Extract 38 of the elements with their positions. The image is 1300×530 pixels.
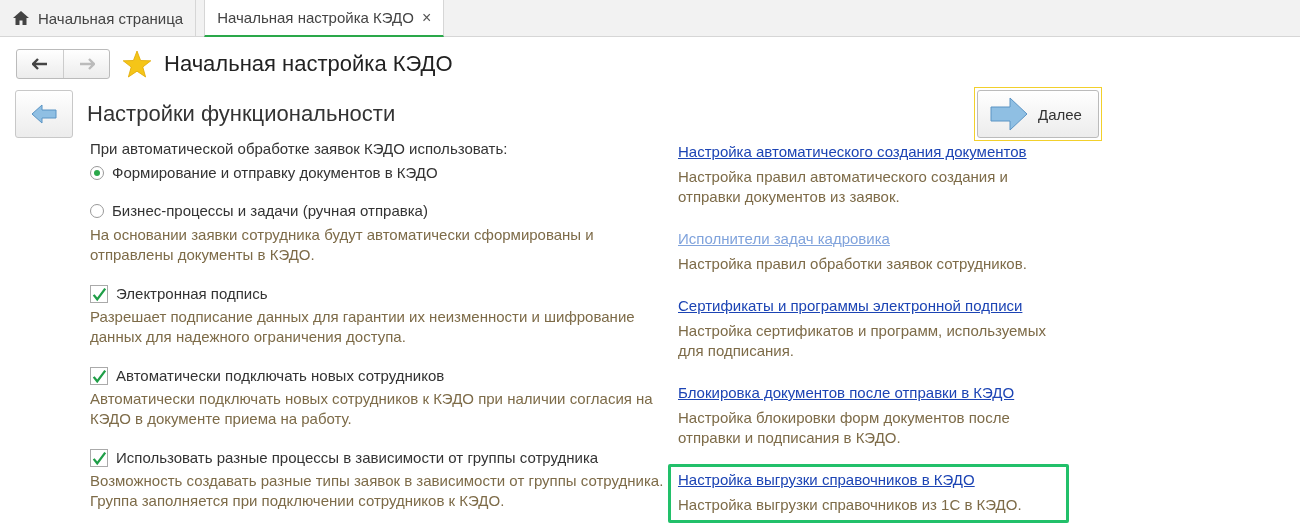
settings-link[interactable]: Настройка автоматического создания документов — [678, 142, 1027, 162]
option-description: На основании заявки сотрудника будут автоматически сформированы и отправлены документы в КЭДО. — [90, 225, 595, 265]
option-description: Автоматически подключать новых сотрудников к КЭДО при наличии согласия на КЭДО в документе приема на работу. — [90, 389, 654, 429]
checkbox[interactable] — [90, 367, 108, 385]
radio-label: Бизнес-процессы и задачи (ручная отправка) — [112, 201, 428, 221]
radio-option[interactable]: Бизнес-процессы и задачи (ручная отправка) — [90, 200, 675, 222]
step-title: Настройки функциональности — [87, 101, 397, 127]
option-description: Возможность создавать разные типы заявок в зависимости от группы сотрудника. Группа заполняется при подключении сотрудников к КЭДО. — [90, 471, 665, 511]
next-button[interactable]: Далее — [977, 90, 1099, 138]
settings-link[interactable]: Сертификаты и программы электронной подписи — [678, 296, 1023, 316]
link-description: Настройка блокировки форм документов после отправки и подписания в КЭДО. — [678, 408, 1011, 448]
home-icon — [12, 10, 30, 26]
radio-button[interactable] — [90, 204, 104, 218]
tab[interactable]: Начальная страница — [0, 0, 197, 36]
left-arrow-icon — [32, 58, 48, 70]
radio-option[interactable]: Формирование и отправку документов в КЭДО — [90, 162, 675, 184]
checkbox-label: Автоматически подключать новых сотрудников — [116, 366, 445, 386]
checkbox[interactable] — [90, 285, 108, 303]
link-description: Настройка правил автоматического создания и отправки документов из заявок. — [678, 167, 1009, 207]
option-description: Разрешает подписание данных для гарантии их неизменности и шифрование данных для надежного ограничения доступа. — [90, 307, 636, 347]
link-description: Настройка правил обработки заявок сотрудников. — [678, 254, 1028, 274]
tab[interactable]: Начальная настройка КЭДО × — [204, 0, 445, 37]
link-description: Настройка сертификатов и программ, используемых для подписания. — [678, 321, 1047, 361]
left-arrow-icon — [31, 104, 57, 124]
star-icon[interactable] — [122, 50, 152, 78]
settings-link[interactable]: Блокировка документов после отправки в КЭДО — [678, 383, 1015, 403]
checkbox[interactable] — [90, 449, 108, 467]
right-arrow-icon — [78, 58, 95, 70]
radio-label: Формирование и отправку документов в КЭДО — [112, 163, 438, 183]
options-prompt: При автоматической обработке заявок КЭДО использовать: — [90, 139, 509, 159]
checkbox-label: Использовать разные процессы в зависимости от группы сотрудника — [116, 448, 599, 468]
link-description: Настройка выгрузки справочников из 1С в КЭДО. — [678, 495, 1023, 515]
checkbox-label: Электронная подпись — [116, 284, 268, 304]
settings-link[interactable]: Настройка выгрузки справочников в КЭДО — [678, 470, 975, 490]
right-arrow-icon — [990, 97, 1028, 131]
page-title: Начальная настройка КЭДО — [164, 51, 453, 77]
radio-button[interactable] — [90, 166, 104, 180]
close-icon[interactable]: × — [421, 8, 432, 27]
